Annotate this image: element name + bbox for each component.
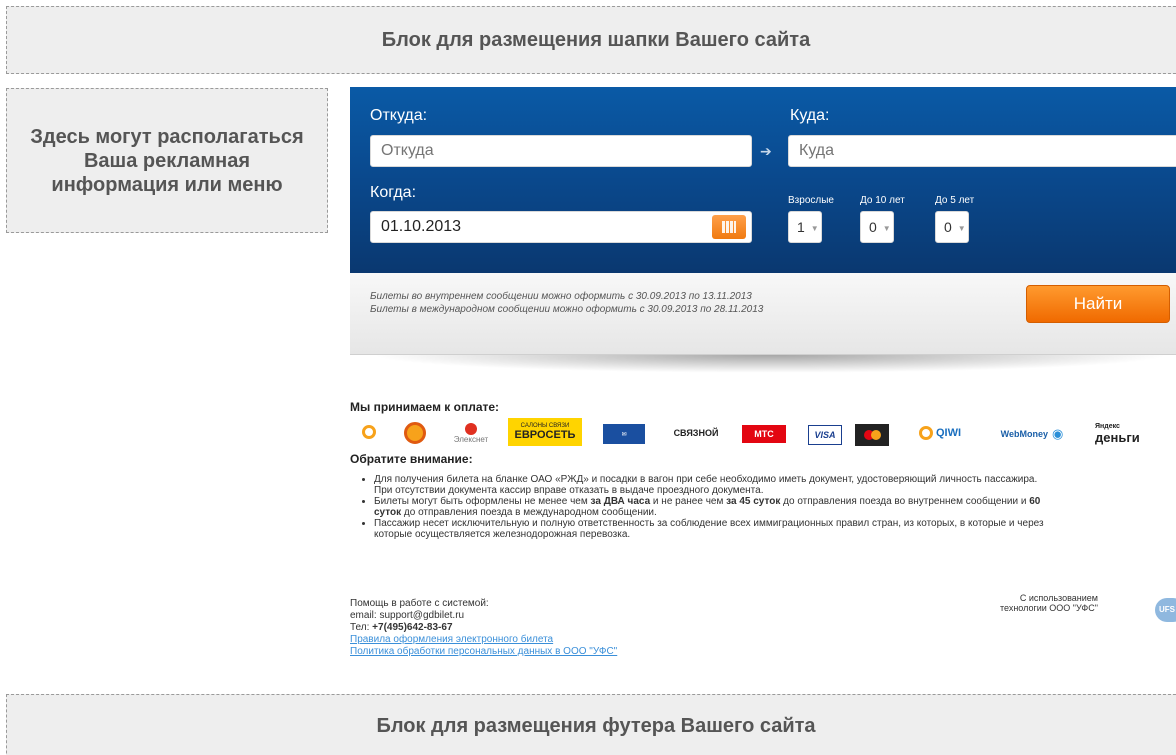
under10-select[interactable]: 0 ▼ xyxy=(860,211,894,243)
under5-select[interactable]: 0 ▼ xyxy=(935,211,969,243)
svyaznoy-logo: СВЯЗНОЙ xyxy=(667,426,725,440)
e-ticket-rules-link[interactable]: Правила оформления электронного билета xyxy=(350,634,617,646)
euroset-text: ЕВРОСЕТЬ xyxy=(514,429,576,441)
date-input[interactable]: 01.10.2013 xyxy=(370,211,752,243)
help-title: Помощь в работе с системой: xyxy=(350,598,489,609)
euroset-logo: САЛОНЫ СВЯЗИ ЕВРОСЕТЬ xyxy=(508,418,582,446)
under10-value: 0 xyxy=(869,219,877,235)
note-domestic: Билеты во внутреннем сообщении можно офо… xyxy=(370,291,752,302)
adults-select[interactable]: 1 ▼ xyxy=(788,211,822,243)
footer-placeholder-text: Блок для размещения футера Вашего сайта xyxy=(376,714,816,737)
header-placeholder-text: Блок для размещения шапки Вашего сайта xyxy=(381,28,811,51)
site-header-placeholder: Блок для размещения шапки Вашего сайта xyxy=(6,6,1176,74)
ufs-credit-line2: технологии ООО "УФС" xyxy=(1000,603,1098,613)
calendar-icon[interactable] xyxy=(712,215,746,239)
ufs-logo: UFS xyxy=(1155,598,1176,622)
under10-label: До 10 лет xyxy=(860,195,905,206)
chevron-down-icon: ▼ xyxy=(810,223,819,233)
attention-title: Обратите внимание: xyxy=(350,452,473,466)
site-footer-placeholder: Блок для размещения футера Вашего сайта xyxy=(6,694,1176,755)
ufs-credit-line1: С использованием xyxy=(1019,593,1098,603)
russian-post-logo: ✉ xyxy=(603,424,645,444)
svyaznoy-text: СВЯЗНОЙ xyxy=(673,428,719,438)
ticket-search-form: Откуда: ➔ Куда: Когда: 01.10.2013 Взросл… xyxy=(350,87,1176,355)
help-block: Помощь в работе с системой: email: suppo… xyxy=(350,598,617,658)
sidebar-placeholder-text: Здесь могут располагаться Ваша рекламная… xyxy=(30,125,304,196)
search-form-shadow xyxy=(370,355,1170,373)
sidebar-ad-placeholder: Здесь могут располагаться Ваша рекламная… xyxy=(6,88,328,233)
list-item: Для получения билета на бланке ОАО «РЖД»… xyxy=(374,474,1176,496)
to-label: Куда: xyxy=(790,107,830,124)
mts-text: МТС xyxy=(754,429,774,439)
phone-prefix: Тел: xyxy=(350,622,373,633)
chevron-down-icon: ▼ xyxy=(882,223,891,233)
search-form-top: Откуда: ➔ Куда: Когда: 01.10.2013 Взросл… xyxy=(350,87,1176,273)
yandex-money-logo: Яндекс деньги xyxy=(1095,418,1161,450)
privacy-policy-link[interactable]: Политика обработки персональных данных в… xyxy=(350,646,617,658)
help-email: email: support@gdbilet.ru xyxy=(350,610,465,621)
visa-logo: VISA xyxy=(808,425,842,445)
qiwi-terminal-logo xyxy=(358,420,380,444)
under5-value: 0 xyxy=(944,219,952,235)
yandex-top-text: Яндекс xyxy=(1095,423,1120,430)
mts-logo: МТС xyxy=(742,425,786,443)
adults-value: 1 xyxy=(797,219,805,235)
help-phone: Тел: +7(495)642-83-67 xyxy=(350,622,617,634)
qiwi-logo: QIWI xyxy=(910,420,970,446)
from-label: Откуда: xyxy=(370,107,428,124)
qiwi-text: QIWI xyxy=(935,427,962,439)
ufs-credit: С использованием технологии ООО "УФС" xyxy=(1000,593,1098,613)
under5-label: До 5 лет xyxy=(935,195,975,206)
list-item: Билеты могут быть оформлены не менее чем… xyxy=(374,496,1176,518)
arrow-right-icon: ➔ xyxy=(760,143,772,159)
from-input[interactable] xyxy=(370,135,752,167)
find-button[interactable]: Найти xyxy=(1026,285,1170,323)
webmoney-logo: WebMoney ◉ xyxy=(993,425,1071,443)
to-input[interactable] xyxy=(788,135,1176,167)
eleksnet-text: Элекснет xyxy=(453,434,489,444)
visa-text: VISA xyxy=(814,430,836,440)
payment-title: Мы принимаем к оплате: xyxy=(350,400,500,414)
phone-number: +7(495)642-83-67 xyxy=(372,622,453,633)
free-kassa-logo xyxy=(398,418,432,448)
webmoney-text: WebMoney xyxy=(1000,429,1048,439)
attention-list: Для получения билета на бланке ОАО «РЖД»… xyxy=(374,474,1176,540)
chevron-down-icon: ▼ xyxy=(957,223,966,233)
when-label: Когда: xyxy=(370,184,417,201)
mastercard-logo xyxy=(855,424,889,446)
list-item: Пассажир несет исключительную и полную о… xyxy=(374,518,1176,540)
globe-icon: ◉ xyxy=(1052,426,1064,441)
adults-label: Взрослые xyxy=(788,195,834,206)
eleksnet-logo: Элекснет xyxy=(450,418,492,448)
yandex-main-text: деньги xyxy=(1095,430,1140,445)
note-international: Билеты в международном сообщении можно о… xyxy=(370,304,764,315)
